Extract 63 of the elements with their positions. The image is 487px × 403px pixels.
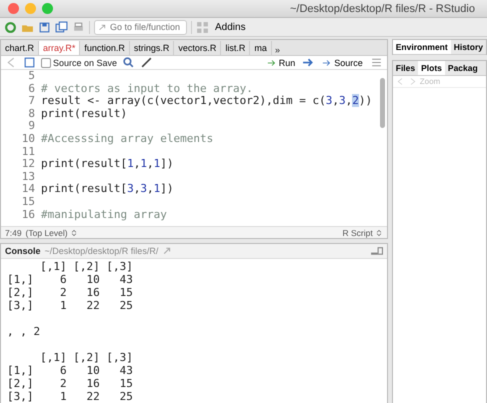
updown-icon	[70, 228, 78, 238]
back-icon	[396, 77, 405, 86]
console-path: ~/Desktop/desktop/R files/R/	[44, 246, 158, 256]
scope-selector[interactable]: (Top Level)	[26, 228, 78, 238]
code-line: print(result[1,1,1])	[41, 158, 174, 171]
line-number: 8	[27, 108, 35, 120]
line-number: 12	[20, 158, 35, 171]
save-all-icon[interactable]	[55, 20, 68, 34]
console-output-line: [1,] 6 10 43	[7, 364, 134, 377]
code-line: #manipulating array	[41, 208, 168, 222]
console-output-line: [1,] 6 10 43	[7, 273, 134, 286]
code-line: print(result[3,3,1])	[41, 183, 174, 196]
print-icon[interactable]	[72, 20, 85, 34]
search-icon[interactable]	[122, 56, 136, 69]
source-on-save-checkbox[interactable]: Source on Save	[41, 58, 118, 68]
console-output-line: , , 2	[7, 325, 42, 338]
line-number: 7	[27, 95, 35, 108]
line-number: 10	[20, 132, 35, 146]
zoom-button[interactable]	[42, 3, 53, 14]
minimize-icon[interactable]	[370, 244, 383, 258]
line-number: 11	[20, 146, 35, 158]
code-line: result <- array(c(vector1,vector2),dim = c(3,3,2))	[41, 95, 372, 108]
new-file-icon[interactable]	[4, 20, 17, 34]
go-to-file-field[interactable]: Go to file/function	[94, 20, 187, 34]
console-output-line: [3,] 1 22 25	[7, 299, 134, 312]
line-number: 14	[20, 183, 35, 196]
line-number: 13	[20, 170, 35, 184]
rerun-icon[interactable]	[302, 56, 316, 69]
line-number: 5	[27, 70, 35, 83]
console-output-line: [,1] [,2] [,3]	[39, 351, 134, 364]
pane-tab[interactable]: Packag	[444, 61, 481, 75]
updown-icon	[374, 228, 383, 238]
source-button[interactable]: Source	[320, 58, 365, 68]
code-line: print(result)	[41, 108, 128, 120]
file-tab[interactable]: array.R*	[39, 41, 80, 55]
arrow-icon	[98, 22, 107, 32]
window-title: ~/Desktop/desktop/R files/R - RStudio	[290, 2, 475, 14]
pane-tab[interactable]: Plots	[418, 61, 445, 75]
pane-tab[interactable]: Environment	[392, 40, 451, 54]
run-button[interactable]: Run	[264, 58, 298, 68]
pane-tab[interactable]: Files	[392, 61, 418, 75]
console-output-line: [,1] [,2] [,3]	[39, 260, 134, 273]
code-line: #Accesssing array elements	[41, 132, 214, 146]
code-line: # vectors as input to the array.	[41, 82, 254, 96]
console-title: Console	[5, 246, 41, 256]
console-output-line: [2,] 2 16 15	[7, 286, 134, 299]
scrollbar[interactable]	[380, 78, 385, 128]
line-number: 6	[27, 82, 35, 96]
arrow-icon	[322, 58, 332, 68]
cursor-position: 7:49	[5, 228, 22, 238]
file-type-selector[interactable]: R Script	[342, 228, 383, 238]
addins-menu[interactable]: Addins	[213, 22, 248, 32]
close-button[interactable]	[8, 3, 19, 14]
line-number: 9	[27, 120, 35, 133]
grid-icon[interactable]	[196, 20, 209, 34]
console-output-line: [3,] 1 22 25	[7, 390, 134, 403]
arrow-icon	[266, 58, 277, 68]
line-number: 15	[20, 196, 35, 209]
overflow-button[interactable]: »	[272, 45, 283, 55]
pane-tab[interactable]: History	[450, 40, 486, 54]
line-number: 16	[20, 208, 35, 222]
menu-icon[interactable]	[370, 56, 383, 69]
console-output-line: [2,] 2 16 15	[7, 377, 134, 390]
